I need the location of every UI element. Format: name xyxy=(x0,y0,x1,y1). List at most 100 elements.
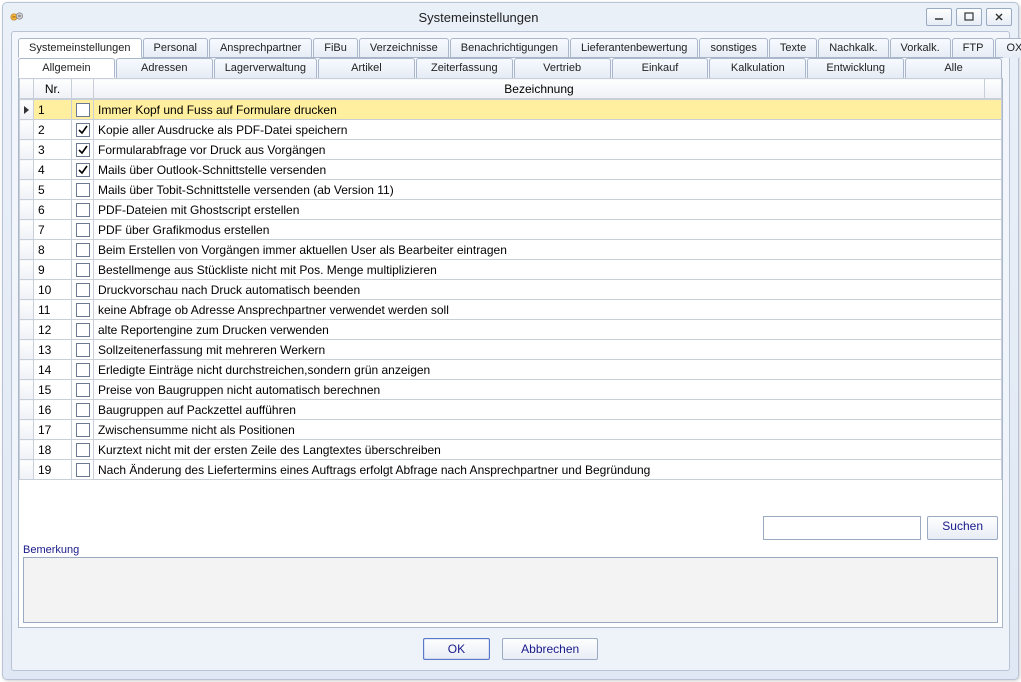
cell-checkbox[interactable] xyxy=(72,320,94,340)
cell-checkbox[interactable] xyxy=(72,300,94,320)
table-row[interactable]: 11keine Abfrage ob Adresse Ansprechpartn… xyxy=(20,300,1002,320)
table-row[interactable]: 2 Kopie aller Ausdrucke als PDF-Datei spe… xyxy=(20,120,1002,140)
subtab-alle[interactable]: Alle xyxy=(905,58,1002,78)
grid-horizontal-scrollbar[interactable] xyxy=(19,492,1002,508)
window-title: Systemeinstellungen xyxy=(31,10,926,25)
cell-description: Preise von Baugruppen nicht automatisch … xyxy=(94,380,1002,400)
cell-description: Formularabfrage vor Druck aus Vorgängen xyxy=(94,140,1002,160)
row-indicator xyxy=(20,100,34,120)
cell-nr: 16 xyxy=(34,400,72,420)
cell-checkbox[interactable] xyxy=(72,400,94,420)
cell-checkbox[interactable] xyxy=(72,140,94,160)
table-row[interactable]: 9Bestellmenge aus Stückliste nicht mit P… xyxy=(20,260,1002,280)
subtab-vertrieb[interactable]: Vertrieb xyxy=(514,58,611,78)
remark-textarea[interactable] xyxy=(23,557,998,623)
cell-nr: 7 xyxy=(34,220,72,240)
table-row[interactable]: 19Nach Änderung des Liefertermins eines … xyxy=(20,460,1002,480)
window-close-button[interactable] xyxy=(986,8,1012,26)
cell-nr: 2 xyxy=(34,120,72,140)
window-maximize-button[interactable] xyxy=(956,8,982,26)
cell-checkbox[interactable] xyxy=(72,380,94,400)
table-row[interactable]: 17Zwischensumme nicht als Positionen xyxy=(20,420,1002,440)
cell-description: keine Abfrage ob Adresse Ansprechpartner… xyxy=(94,300,1002,320)
cell-checkbox[interactable] xyxy=(72,440,94,460)
cell-description: Beim Erstellen von Vorgängen immer aktue… xyxy=(94,240,1002,260)
row-indicator xyxy=(20,460,34,480)
grid-header-desc[interactable]: Bezeichnung xyxy=(94,79,985,99)
window-minimize-button[interactable] xyxy=(926,8,952,26)
grid-header-chk[interactable] xyxy=(72,79,94,99)
subtab-artikel[interactable]: Artikel xyxy=(318,58,415,78)
subtab-einkauf[interactable]: Einkauf xyxy=(612,58,709,78)
table-row[interactable]: 10Druckvorschau nach Druck automatisch b… xyxy=(20,280,1002,300)
tab-ftp[interactable]: FTP xyxy=(952,38,995,58)
table-row[interactable]: 12alte Reportengine zum Drucken verwende… xyxy=(20,320,1002,340)
table-row[interactable]: 5Mails über Tobit-Schnittstelle versende… xyxy=(20,180,1002,200)
tab-vorkalk[interactable]: Vorkalk. xyxy=(890,38,951,58)
tab-benachrichtigungen[interactable]: Benachrichtigungen xyxy=(450,38,569,58)
table-row[interactable]: 6PDF-Dateien mit Ghostscript erstellen xyxy=(20,200,1002,220)
tab-verzeichnisse[interactable]: Verzeichnisse xyxy=(359,38,449,58)
cell-checkbox[interactable] xyxy=(72,420,94,440)
subtab-kalkulation[interactable]: Kalkulation xyxy=(709,58,806,78)
row-indicator xyxy=(20,240,34,260)
table-row[interactable]: 4 Mails über Outlook-Schnittstelle versen… xyxy=(20,160,1002,180)
ok-button[interactable]: OK xyxy=(423,638,490,660)
tab-nachkalk[interactable]: Nachkalk. xyxy=(818,38,888,58)
table-row[interactable]: 7 PDF über Grafikmodus erstellen xyxy=(20,220,1002,240)
cell-description: Mails über Outlook-Schnittstelle versend… xyxy=(94,160,1002,180)
tab-texte[interactable]: Texte xyxy=(769,38,817,58)
table-row[interactable]: 15 Preise von Baugruppen nicht automatisc… xyxy=(20,380,1002,400)
cell-description: PDF-Dateien mit Ghostscript erstellen xyxy=(94,200,1002,220)
subtab-entwicklung[interactable]: Entwicklung xyxy=(807,58,904,78)
cell-description: PDF über Grafikmodus erstellen xyxy=(94,220,1002,240)
table-row[interactable]: 18Kurztext nicht mit der ersten Zeile de… xyxy=(20,440,1002,460)
cell-nr: 4 xyxy=(34,160,72,180)
subtab-lagerverwaltung[interactable]: Lagerverwaltung xyxy=(214,58,317,78)
row-indicator xyxy=(20,380,34,400)
cell-checkbox[interactable] xyxy=(72,260,94,280)
cell-checkbox[interactable] xyxy=(72,460,94,480)
grid-header-handle[interactable] xyxy=(20,79,34,99)
cell-nr: 8 xyxy=(34,240,72,260)
subtab-allgemein[interactable]: Allgemein xyxy=(18,58,115,78)
search-input[interactable] xyxy=(763,516,921,540)
cell-checkbox[interactable] xyxy=(72,100,94,120)
tab-ansprechpartner[interactable]: Ansprechpartner xyxy=(209,38,312,58)
cell-description: alte Reportengine zum Drucken verwenden xyxy=(94,320,1002,340)
cell-nr: 1 xyxy=(34,100,72,120)
search-button[interactable]: Suchen xyxy=(927,516,998,540)
cell-nr: 5 xyxy=(34,180,72,200)
tab-sonstiges[interactable]: sonstiges xyxy=(699,38,767,58)
cell-nr: 15 xyxy=(34,380,72,400)
subtab-adressen[interactable]: Adressen xyxy=(116,58,213,78)
tab-oxid[interactable]: OXID xyxy=(995,38,1021,58)
cell-checkbox[interactable] xyxy=(72,180,94,200)
tab-fibu[interactable]: FiBu xyxy=(313,38,358,58)
cell-checkbox[interactable] xyxy=(72,200,94,220)
table-row[interactable]: 8 Beim Erstellen von Vorgängen immer aktu… xyxy=(20,240,1002,260)
cell-checkbox[interactable] xyxy=(72,340,94,360)
settings-grid: Nr. Bezeichnung xyxy=(19,78,1002,508)
table-row[interactable]: 13Sollzeitenerfassung mit mehreren Werke… xyxy=(20,340,1002,360)
tab-lieferantenbewertung[interactable]: Lieferantenbewertung xyxy=(570,38,698,58)
table-row[interactable]: 14Erledigte Einträge nicht durchstreiche… xyxy=(20,360,1002,380)
cancel-button[interactable]: Abbrechen xyxy=(502,638,598,660)
grid-header-nr[interactable]: Nr. xyxy=(34,79,72,99)
row-indicator xyxy=(20,180,34,200)
cell-description: Kopie aller Ausdrucke als PDF-Datei spei… xyxy=(94,120,1002,140)
cell-checkbox[interactable] xyxy=(72,220,94,240)
cell-checkbox[interactable] xyxy=(72,160,94,180)
grid-scroll-area[interactable]: 1Immer Kopf und Fuss auf Formulare druck… xyxy=(19,99,1002,492)
table-row[interactable]: 3Formularabfrage vor Druck aus Vorgängen xyxy=(20,140,1002,160)
subtab-zeiterfassung[interactable]: Zeiterfassung xyxy=(416,58,513,78)
cell-checkbox[interactable] xyxy=(72,360,94,380)
cell-checkbox[interactable] xyxy=(72,240,94,260)
cell-checkbox[interactable] xyxy=(72,120,94,140)
table-row[interactable]: 16Baugruppen auf Packzettel aufführen xyxy=(20,400,1002,420)
table-row[interactable]: 1Immer Kopf und Fuss auf Formulare druck… xyxy=(20,100,1002,120)
tab-systemeinstellungen[interactable]: Systemeinstellungen xyxy=(18,38,142,58)
row-indicator xyxy=(20,140,34,160)
tab-personal[interactable]: Personal xyxy=(143,38,208,58)
cell-checkbox[interactable] xyxy=(72,280,94,300)
